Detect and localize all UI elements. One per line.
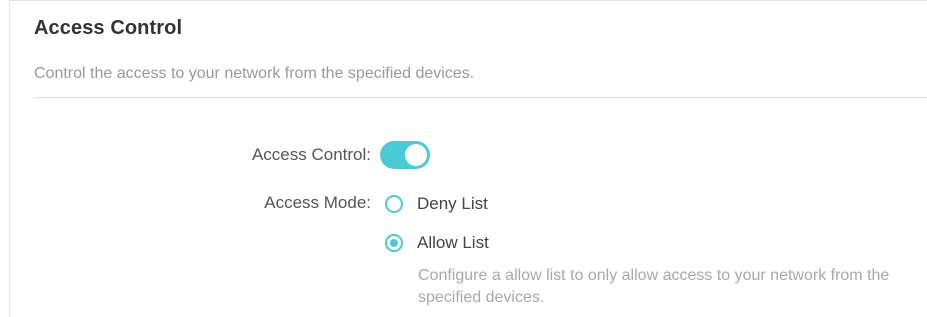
- allow-list-option[interactable]: Allow List: [385, 233, 489, 253]
- allow-list-radio[interactable]: [385, 234, 403, 252]
- allow-list-label: Allow List: [417, 233, 489, 252]
- section-description: Control the access to your network from …: [34, 65, 475, 82]
- deny-list-radio[interactable]: [385, 195, 403, 213]
- deny-list-option[interactable]: Deny List: [385, 194, 488, 214]
- divider: [34, 97, 927, 98]
- access-control-label: Access Control:: [251, 145, 371, 164]
- access-mode-label: Access Mode:: [264, 193, 371, 212]
- deny-list-label: Deny List: [417, 194, 488, 213]
- section-title: Access Control: [34, 17, 183, 39]
- access-control-panel: Access Control Control the access to you…: [9, 0, 927, 317]
- toggle-knob: [405, 144, 427, 166]
- access-control-toggle[interactable]: [380, 141, 430, 169]
- allow-list-hint: Configure a allow list to only allow acc…: [418, 267, 890, 306]
